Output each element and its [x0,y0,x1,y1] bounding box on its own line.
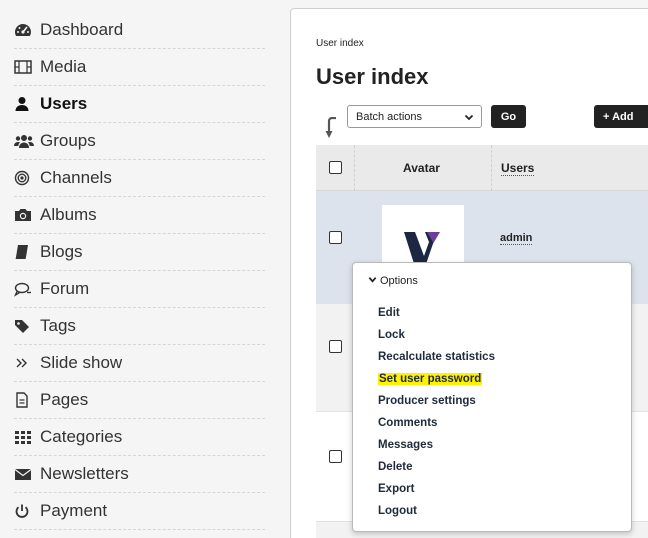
sidebar-item-dashboard[interactable]: Dashboard [14,12,265,49]
username-link[interactable]: admin [500,232,533,245]
sidebar-item-label: Dashboard [40,20,124,39]
sidebar-item-slide-show[interactable]: Slide show [14,345,265,382]
user-icon [14,95,40,113]
camera-icon [14,206,40,224]
sidebar-item-blogs[interactable]: Blogs [14,234,265,271]
options-menu: Edit Lock Recalculate statistics Set use… [378,305,495,525]
dashboard-icon [14,21,40,39]
sidebar-item-channels[interactable]: Channels [14,160,265,197]
menu-item-delete[interactable]: Delete [378,459,495,481]
highlighted-text: Set user password [378,373,483,385]
channels-icon [14,169,40,187]
batch-actions-select[interactable]: Batch actions [347,105,482,128]
sidebar-item-label: Categories [40,427,123,446]
sidebar-item-payment[interactable]: Payment [14,493,265,530]
batch-actions-value: Batch actions [356,110,423,123]
row-checkbox[interactable] [329,450,342,463]
sidebar-item-label: Payment [40,501,108,520]
sidebar-item-label: Newsletters [40,464,129,483]
sidebar-item-label: Media [40,57,87,76]
double-chevron-icon [14,354,40,372]
sidebar-item-label: Forum [40,279,90,298]
sidebar-item-users[interactable]: Users [14,86,265,123]
page-title: User index [316,64,429,89]
options-toggle[interactable]: Options [368,275,418,287]
sidebar-item-categories[interactable]: Categories [14,419,265,456]
chevron-down-icon [464,112,474,125]
sidebar-item-newsletters[interactable]: Newsletters [14,456,265,493]
menu-item-set-user-password[interactable]: Set user password [378,371,495,393]
page-icon [14,391,40,409]
sidebar: Dashboard Media Users Groups Channels Al… [0,0,275,538]
add-user-button[interactable]: + Add [594,105,648,128]
chevron-down-icon [368,275,377,287]
go-button[interactable]: Go [491,105,526,128]
table-header: Avatar Users [316,145,648,191]
tags-icon [14,317,40,335]
sidebar-item-media[interactable]: Media [14,49,265,86]
film-icon [14,58,40,76]
power-icon [14,502,40,520]
sidebar-item-groups[interactable]: Groups [14,123,265,160]
sidebar-item-label: Users [40,94,88,113]
column-header-avatar: Avatar [403,161,440,175]
select-all-checkbox[interactable] [329,161,342,174]
sidebar-item-label: Groups [40,131,96,150]
sidebar-item-label: Slide show [40,353,123,372]
arrow-down-icon [325,116,339,144]
sidebar-item-label: Blogs [40,242,83,261]
users-icon [14,132,40,150]
menu-item-lock[interactable]: Lock [378,327,495,349]
sidebar-item-label: Pages [40,390,89,409]
row-checkbox[interactable] [329,340,342,353]
menu-item-recalculate-statistics[interactable]: Recalculate statistics [378,349,495,371]
grid-icon [14,428,40,446]
sidebar-item-label: Albums [40,205,97,224]
options-header-label: Options [380,275,418,287]
menu-item-logout[interactable]: Logout [378,503,495,525]
sidebar-item-tags[interactable]: Tags [14,308,265,345]
column-header-users[interactable]: Users [501,145,535,191]
forum-icon [14,280,40,298]
menu-item-producer-settings[interactable]: Producer settings [378,393,495,415]
sidebar-item-label: Tags [40,316,76,335]
book-icon [14,243,40,261]
row-checkbox[interactable] [329,231,342,244]
options-dropdown: Options Edit Lock Recalculate statistics… [352,262,632,532]
sidebar-item-pages[interactable]: Pages [14,382,265,419]
sidebar-item-forum[interactable]: Forum [14,271,265,308]
menu-item-export[interactable]: Export [378,481,495,503]
menu-item-edit[interactable]: Edit [378,305,495,327]
menu-item-comments[interactable]: Comments [378,415,495,437]
envelope-icon [14,465,40,483]
breadcrumb[interactable]: User index [316,38,364,49]
menu-item-messages[interactable]: Messages [378,437,495,459]
sidebar-item-label: Channels [40,168,112,187]
sidebar-item-albums[interactable]: Albums [14,197,265,234]
